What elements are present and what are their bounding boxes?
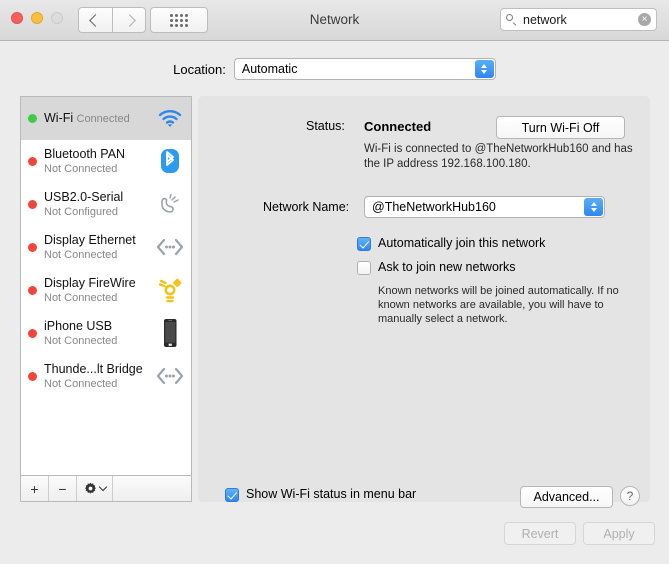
back-button[interactable] bbox=[78, 7, 112, 33]
gear-icon bbox=[84, 482, 97, 495]
service-status: Not Connected bbox=[44, 292, 117, 304]
close-button[interactable] bbox=[11, 12, 23, 24]
revert-button[interactable]: Revert bbox=[504, 522, 576, 545]
search-input[interactable]: network bbox=[523, 13, 638, 27]
status-dot-icon bbox=[28, 114, 37, 123]
auto-join-checkbox[interactable] bbox=[357, 237, 371, 251]
service-status: Not Configured bbox=[44, 206, 118, 218]
status-description: Wi-Fi is connected to @TheNetworkHub160 … bbox=[364, 142, 634, 172]
advanced-button[interactable]: Advanced... bbox=[520, 486, 613, 508]
chevron-right-icon bbox=[123, 14, 136, 27]
search-icon bbox=[506, 14, 518, 26]
service-item-usb2-0-serial[interactable]: USB2.0-Serial Not Configured bbox=[21, 183, 191, 226]
ask-join-checkbox-row[interactable]: Ask to join new networks bbox=[357, 260, 647, 275]
service-name: Bluetooth PAN bbox=[44, 147, 125, 161]
minimize-button[interactable] bbox=[31, 12, 43, 24]
show-all-button[interactable] bbox=[150, 7, 208, 33]
show-menubar-checkbox-row[interactable]: Show Wi-Fi status in menu bar bbox=[225, 487, 416, 502]
service-item-display-firewire[interactable]: Display FireWire Not Connected bbox=[21, 269, 191, 312]
service-item-iphone-usb[interactable]: iPhone USB Not Connected bbox=[21, 312, 191, 355]
ask-join-label: Ask to join new networks bbox=[378, 260, 516, 275]
service-status: Connected bbox=[77, 113, 130, 125]
location-label: Location: bbox=[173, 62, 226, 77]
chevron-left-icon bbox=[89, 14, 102, 27]
location-value: Automatic bbox=[242, 62, 298, 76]
modem-icon bbox=[155, 189, 185, 219]
service-name: Display Ethernet bbox=[44, 233, 136, 247]
auto-join-checkbox-row[interactable]: Automatically join this network bbox=[357, 236, 647, 251]
window-titlebar: Network network × bbox=[0, 0, 669, 41]
auto-join-label: Automatically join this network bbox=[378, 236, 545, 251]
status-dot-icon bbox=[28, 200, 37, 209]
service-list-toolbar: + − bbox=[21, 475, 191, 501]
status-value: Connected bbox=[364, 119, 431, 134]
search-field[interactable]: network × bbox=[500, 8, 657, 31]
service-list-panel: Wi-Fi Connected Bluetooth PAN Not Connec… bbox=[20, 96, 192, 502]
service-status: Not Connected bbox=[44, 163, 117, 175]
help-button[interactable]: ? bbox=[620, 486, 640, 506]
stepper-icon bbox=[475, 60, 494, 78]
iphone-icon bbox=[155, 318, 185, 348]
status-dot-icon bbox=[28, 243, 37, 252]
service-list[interactable]: Wi-Fi Connected Bluetooth PAN Not Connec… bbox=[21, 97, 191, 475]
ask-join-note: Known networks will be joined automatica… bbox=[378, 284, 623, 326]
service-name: USB2.0-Serial bbox=[44, 190, 123, 204]
network-name-label: Network Name: bbox=[263, 200, 349, 214]
clear-search-icon[interactable]: × bbox=[638, 13, 651, 26]
status-dot-icon bbox=[28, 372, 37, 381]
show-menubar-checkbox[interactable] bbox=[225, 488, 239, 502]
chevron-down-icon bbox=[98, 483, 106, 491]
join-options-group: Automatically join this network Ask to j… bbox=[357, 236, 647, 326]
wifi-icon bbox=[155, 103, 185, 133]
status-dot-icon bbox=[28, 329, 37, 338]
location-row: Location: Automatic bbox=[0, 58, 669, 80]
network-name-value: @TheNetworkHub160 bbox=[372, 200, 496, 214]
service-name: Display FireWire bbox=[44, 276, 136, 290]
wifi-settings-panel: Status: Connected Turn Wi-Fi Off Wi-Fi i… bbox=[198, 96, 650, 502]
service-item-bluetooth-pan[interactable]: Bluetooth PAN Not Connected bbox=[21, 140, 191, 183]
ethernet-icon bbox=[155, 361, 185, 391]
remove-service-button[interactable]: − bbox=[49, 476, 77, 501]
ethernet-icon bbox=[155, 232, 185, 262]
traffic-light-buttons bbox=[11, 12, 63, 24]
toolbar-filler bbox=[113, 476, 191, 501]
location-popup-button[interactable]: Automatic bbox=[234, 58, 496, 80]
turn-wifi-off-button[interactable]: Turn Wi-Fi Off bbox=[496, 116, 625, 139]
status-label: Status: bbox=[306, 119, 345, 133]
ask-join-checkbox[interactable] bbox=[357, 261, 371, 275]
status-dot-icon bbox=[28, 157, 37, 166]
service-actions-button[interactable] bbox=[77, 476, 113, 501]
forward-button[interactable] bbox=[112, 7, 146, 33]
service-name: iPhone USB bbox=[44, 319, 112, 333]
service-status: Not Connected bbox=[44, 378, 117, 390]
service-item-thunderbolt-bridge[interactable]: Thunde...lt Bridge Not Connected bbox=[21, 355, 191, 398]
apply-button[interactable]: Apply bbox=[583, 522, 655, 545]
zoom-button[interactable] bbox=[51, 12, 63, 24]
service-name: Thunde...lt Bridge bbox=[44, 362, 143, 376]
add-service-button[interactable]: + bbox=[21, 476, 49, 501]
show-menubar-label: Show Wi-Fi status in menu bar bbox=[246, 487, 416, 502]
status-dot-icon bbox=[28, 286, 37, 295]
service-name: Wi-Fi bbox=[44, 111, 73, 125]
grid-icon bbox=[170, 14, 188, 27]
service-item-display-ethernet[interactable]: Display Ethernet Not Connected bbox=[21, 226, 191, 269]
network-name-popup-button[interactable]: @TheNetworkHub160 bbox=[364, 196, 605, 218]
stepper-icon bbox=[584, 198, 603, 216]
service-status: Not Connected bbox=[44, 249, 117, 261]
firewire-icon bbox=[155, 275, 185, 305]
navigation-buttons bbox=[78, 7, 146, 33]
bluetooth-icon bbox=[155, 146, 185, 176]
service-status: Not Connected bbox=[44, 335, 117, 347]
service-item-wi-fi[interactable]: Wi-Fi Connected bbox=[21, 97, 191, 140]
